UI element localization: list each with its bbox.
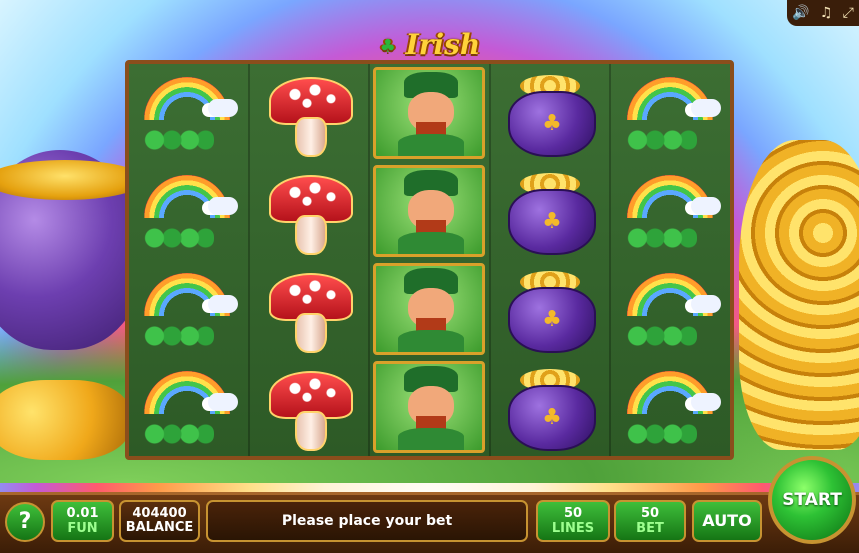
reel-cell <box>611 260 730 358</box>
rainbow-symbol <box>134 265 242 353</box>
reels-grid: ♣ ♣ ♣ ♣ <box>125 60 734 460</box>
bet-button[interactable]: 50 BET <box>614 500 686 542</box>
decor-coins-right <box>739 140 859 450</box>
mushroom-symbol <box>255 363 363 451</box>
help-button[interactable]: ? <box>5 502 45 542</box>
rainbow-symbol <box>617 265 725 353</box>
reel-cell <box>129 260 248 358</box>
pot-of-gold-symbol: ♣ <box>496 69 604 157</box>
reel-cell: ♣ <box>491 64 610 162</box>
balance-label: BALANCE <box>125 520 194 535</box>
mushroom-symbol <box>255 265 363 353</box>
reel-cell <box>370 162 489 260</box>
rainbow-symbol <box>617 167 725 255</box>
decor-coins-left <box>0 380 130 460</box>
coin-value-button[interactable]: 0.01 FUN <box>51 500 114 542</box>
music-icon[interactable]: ♫ <box>820 5 833 21</box>
reel-1 <box>129 64 250 456</box>
coin-mode: FUN <box>67 521 98 536</box>
reel-4: ♣ ♣ ♣ ♣ <box>490 64 612 456</box>
reel-cell: ♣ <box>491 358 610 456</box>
fullscreen-icon[interactable]: ⤢ <box>843 5 854 21</box>
rainbow-symbol <box>617 363 725 451</box>
lines-value: 50 <box>563 506 583 521</box>
reel-cell <box>611 358 730 456</box>
balance-value: 404400 <box>132 505 187 521</box>
status-message: Please place your bet <box>206 500 528 542</box>
leprechaun-symbol <box>373 263 486 355</box>
reel-cell: ♣ <box>491 162 610 260</box>
reel-cell <box>370 260 489 358</box>
balance-display: 404400 BALANCE <box>119 500 200 542</box>
reel-cell: ♣ <box>491 260 610 358</box>
game-title: ♣ Irish Secret ♣ <box>330 28 530 94</box>
leprechaun-symbol <box>373 67 486 159</box>
bet-label: BET <box>636 521 664 536</box>
reel-cell <box>129 162 248 260</box>
reel-3 <box>370 64 491 456</box>
pot-of-gold-symbol: ♣ <box>496 363 604 451</box>
leprechaun-symbol <box>373 165 486 257</box>
bet-value: 50 <box>640 506 660 521</box>
reel-cell <box>250 358 369 456</box>
speaker-icon[interactable]: 🔊 <box>792 5 809 21</box>
lines-label: LINES <box>551 521 595 536</box>
rainbow-symbol <box>617 69 725 157</box>
reel-cell <box>370 358 489 456</box>
coin-value: 0.01 <box>66 506 99 521</box>
rainbow-symbol <box>134 363 242 451</box>
reel-5 <box>611 64 730 456</box>
reel-cell <box>250 162 369 260</box>
mushroom-symbol <box>255 69 363 157</box>
reel-cell <box>129 358 248 456</box>
pot-of-gold-symbol: ♣ <box>496 265 604 353</box>
lines-button[interactable]: 50 LINES <box>536 500 610 542</box>
top-right-toolbar: 🔊 ♫ ⤢ <box>787 0 859 26</box>
auto-button[interactable]: AUTO <box>692 500 762 542</box>
leprechaun-symbol <box>373 361 486 453</box>
rainbow-symbol <box>134 69 242 157</box>
rainbow-symbol <box>134 167 242 255</box>
pot-of-gold-symbol: ♣ <box>496 167 604 255</box>
reel-cell <box>370 64 489 162</box>
mushroom-symbol <box>255 167 363 255</box>
reel-cell <box>250 64 369 162</box>
reel-cell <box>611 64 730 162</box>
reel-2 <box>249 64 371 456</box>
reel-cell <box>250 260 369 358</box>
reel-cell <box>129 64 248 162</box>
start-button[interactable]: START <box>768 456 856 544</box>
clover-icon: ♣ <box>379 36 396 57</box>
reel-cell <box>611 162 730 260</box>
